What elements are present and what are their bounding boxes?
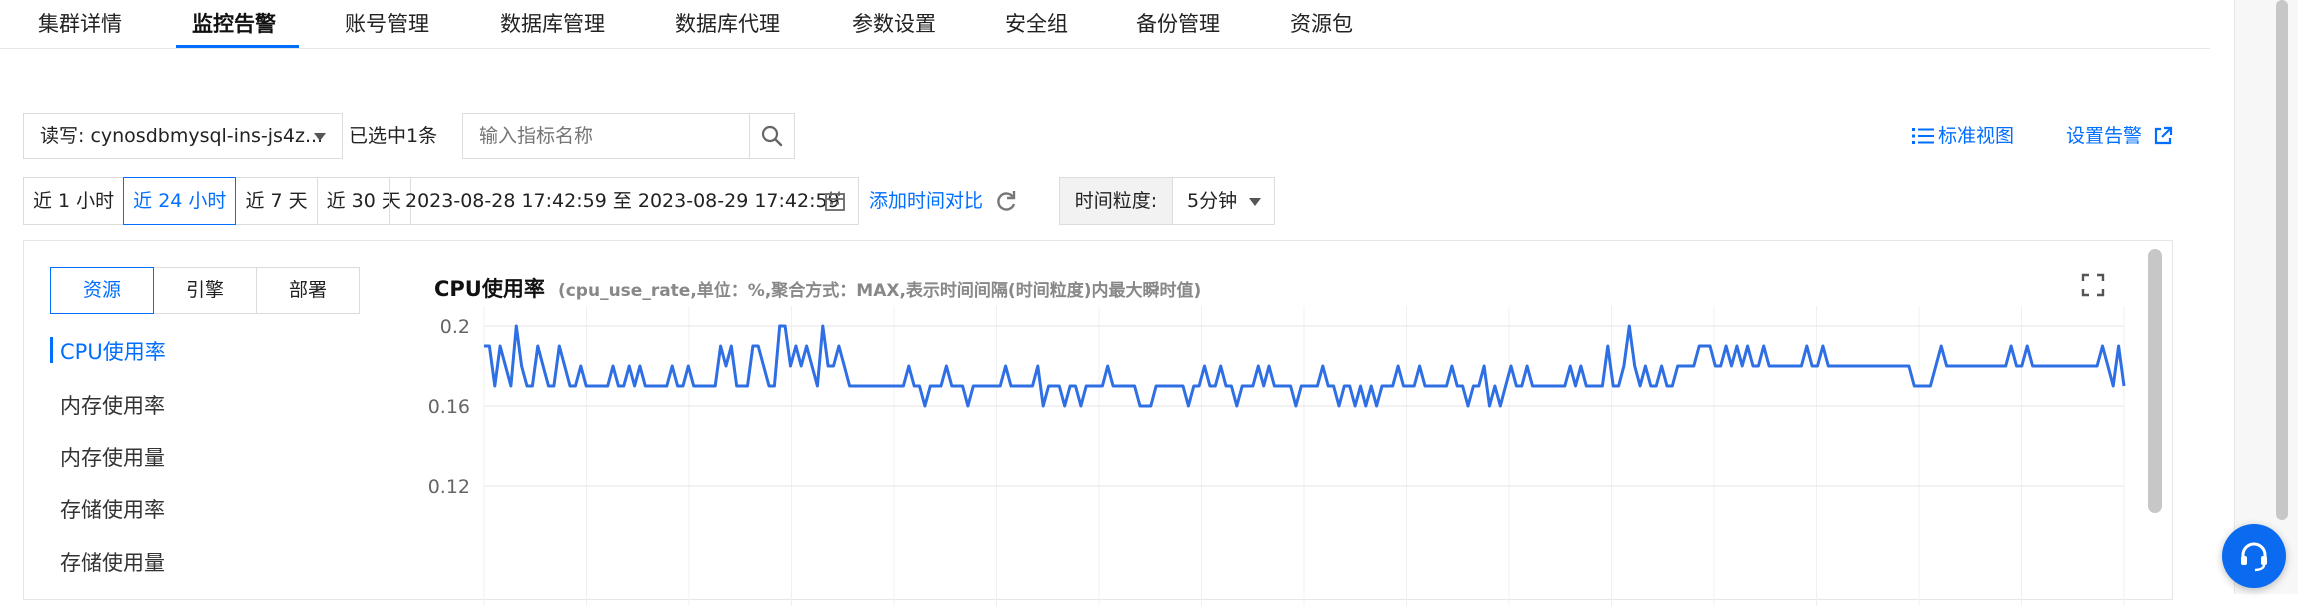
customer-support-button[interactable] <box>2222 524 2286 588</box>
tab-account-management[interactable]: 账号管理 <box>345 6 429 44</box>
standard-view-label: 标准视图 <box>1938 125 2015 147</box>
date-range-value: 2023-08-28 17:42:59 至 2023-08-29 17:42:5… <box>405 190 840 212</box>
tab-database-management[interactable]: 数据库管理 <box>500 6 605 44</box>
page-scrollbar-thumb[interactable] <box>2276 0 2288 520</box>
metric-item-storage-usage-rate[interactable]: 存储使用率 <box>60 494 165 524</box>
metric-item-memory-usage[interactable]: 内存使用量 <box>60 442 165 472</box>
y-tick-label: 0.16 <box>428 396 470 418</box>
y-tick-label: 0.2 <box>440 316 470 338</box>
metric-category-tabs: 资源 引擎 部署 <box>50 267 360 314</box>
top-tab-bar: 集群详情 监控告警 账号管理 数据库管理 数据库代理 参数设置 安全组 备份管理… <box>0 0 2210 49</box>
caret-down-icon <box>314 133 326 141</box>
granularity-label: 时间粒度: <box>1059 177 1173 225</box>
y-tick-label: 0.12 <box>428 476 470 498</box>
standard-view-link[interactable]: 标准视图 <box>1912 121 2014 151</box>
search-icon <box>761 125 783 147</box>
tab-resource-package[interactable]: 资源包 <box>1290 6 1353 44</box>
tab-cluster-details[interactable]: 集群详情 <box>38 6 122 44</box>
set-alarm-label: 设置告警 <box>2066 125 2143 147</box>
segment-engine[interactable]: 引擎 <box>153 267 257 314</box>
chart-title: CPU使用率 (cpu_use_rate,单位：%,聚合方式：MAX,表示时间间… <box>434 273 1201 303</box>
tab-backup-management[interactable]: 备份管理 <box>1136 6 1220 44</box>
range-24h-button[interactable]: 近 24 小时 <box>123 177 237 225</box>
segment-deployment[interactable]: 部署 <box>256 267 360 314</box>
granularity-select[interactable]: 5分钟 <box>1172 177 1275 225</box>
tab-database-proxy[interactable]: 数据库代理 <box>675 6 780 44</box>
granularity-value: 5分钟 <box>1187 190 1238 212</box>
instance-select[interactable]: 读写: cynosdbmysql-ins-js4z... <box>23 113 343 159</box>
range-7d-button[interactable]: 近 7 天 <box>235 177 318 225</box>
metric-search-input[interactable] <box>462 113 750 159</box>
active-metric-indicator <box>50 337 53 363</box>
caret-down-icon <box>1249 198 1261 206</box>
chart-subtitle: (cpu_use_rate,单位：%,聚合方式：MAX,表示时间间隔(时间粒度)… <box>557 281 1202 301</box>
date-range-picker[interactable]: 2023-08-28 17:42:59 至 2023-08-29 17:42:5… <box>389 177 859 225</box>
active-tab-indicator <box>176 45 299 48</box>
add-time-compare-link[interactable]: 添加时间对比 <box>869 186 983 216</box>
instance-select-value: 读写: cynosdbmysql-ins-js4z... <box>40 125 324 147</box>
selected-count: 已选中1条 <box>349 125 438 147</box>
headset-icon <box>2241 542 2267 572</box>
calendar-icon <box>825 191 845 211</box>
fullscreen-icon[interactable] <box>2081 273 2105 297</box>
set-alarm-link[interactable]: 设置告警 <box>2066 121 2174 151</box>
metric-item-storage-usage[interactable]: 存储使用量 <box>60 547 165 577</box>
metric-item-cpu-usage[interactable]: CPU使用率 <box>60 336 166 366</box>
monitor-panel: 资源 引擎 部署 CPU使用率 内存使用率 内存使用量 存储使用率 存储使用量 … <box>23 240 2173 606</box>
metric-item-memory-usage-rate[interactable]: 内存使用率 <box>60 390 165 420</box>
list-icon <box>1912 128 1934 144</box>
refresh-icon[interactable] <box>993 188 1019 214</box>
page-scrollbar-track[interactable] <box>2234 0 2298 594</box>
segment-resource[interactable]: 资源 <box>50 267 154 314</box>
tab-parameter-settings[interactable]: 参数设置 <box>852 6 936 44</box>
cpu-usage-line-chart: 0.2 0.16 0.12 <box>428 306 2126 606</box>
time-range-group: 近 1 小时 近 24 小时 近 7 天 近 30 天 <box>23 177 411 225</box>
add-time-compare-label: 添加时间对比 <box>869 190 984 212</box>
chart-title-text: CPU使用率 <box>434 277 545 301</box>
range-1h-button[interactable]: 近 1 小时 <box>23 177 125 225</box>
tab-security-group[interactable]: 安全组 <box>1005 6 1068 44</box>
external-link-icon <box>2154 126 2173 145</box>
search-button[interactable] <box>749 113 795 159</box>
tab-monitoring-alarms[interactable]: 监控告警 <box>192 6 276 44</box>
